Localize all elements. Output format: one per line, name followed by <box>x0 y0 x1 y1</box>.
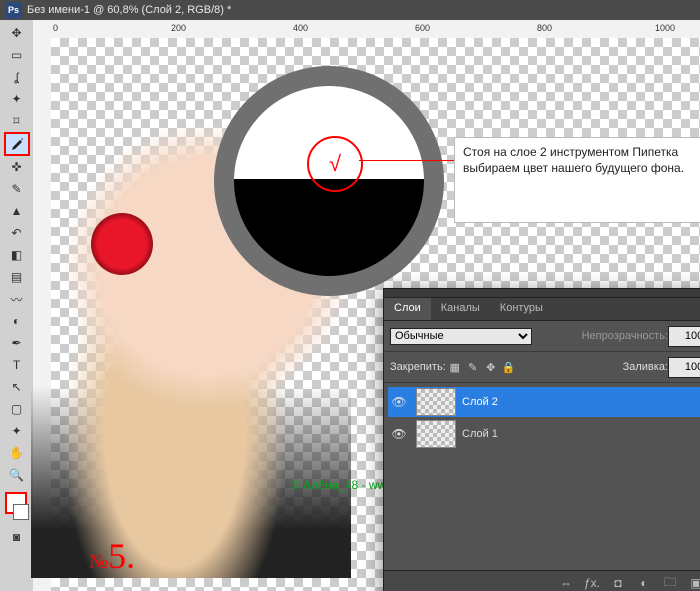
visibility-toggle-icon[interactable]: 👁 <box>388 395 410 409</box>
layers-panel[interactable]: « Слои Каналы Контуры ≡ Обычные Непрозра… <box>383 288 700 591</box>
layer-row[interactable]: 👁 Слой 1 <box>388 419 700 449</box>
callout-line <box>359 160 459 161</box>
zoom-tool[interactable]: 🔍 <box>5 464 29 486</box>
hand-tool[interactable]: ✋ <box>5 442 29 464</box>
layer-style-icon[interactable]: ƒx. <box>584 576 600 590</box>
step-number: №5. <box>89 535 135 577</box>
history-brush-tool[interactable]: ↶ <box>5 222 29 244</box>
lock-label: Закрепить: <box>390 361 446 373</box>
type-tool[interactable]: T <box>5 354 29 376</box>
layer-thumbnail[interactable] <box>416 420 456 448</box>
layer-name[interactable]: Слой 1 <box>462 428 700 440</box>
panel-footer: ⇔ ƒx. ◘ ◐ 🗀 ▣ 🗑 <box>384 570 700 591</box>
link-layers-icon[interactable]: ⇔ <box>558 576 574 590</box>
color-swatches[interactable] <box>5 492 29 520</box>
ruler-mark: 400 <box>293 23 308 33</box>
step-nm: № <box>89 551 108 573</box>
panel-tabs: Слои Каналы Контуры ≡ <box>384 298 700 321</box>
lock-pixels-icon[interactable]: ✎ <box>465 359 481 375</box>
step-num-value: 5. <box>108 536 135 576</box>
shape-tool[interactable]: ▢ <box>5 398 29 420</box>
callout-text: Стоя на слое 2 инструментом Пипетка выби… <box>454 137 700 223</box>
ruler-mark: 600 <box>415 23 430 33</box>
layer-row[interactable]: 👁 Слой 2 <box>388 387 700 417</box>
pen-tool[interactable]: ✒ <box>5 332 29 354</box>
new-layer-icon[interactable]: ▣ <box>688 576 700 590</box>
adjustment-layer-icon[interactable]: ◐ <box>636 576 652 590</box>
tab-layers[interactable]: Слои <box>384 298 431 320</box>
tab-channels[interactable]: Каналы <box>431 298 490 320</box>
layers-list: 👁 Слой 2 👁 Слой 1 <box>384 383 700 453</box>
quickmask-toggle[interactable]: ◙ <box>5 526 29 548</box>
callout-marker: √ <box>307 136 363 192</box>
lock-all-icon[interactable]: 🔒 <box>501 359 517 375</box>
photoshop-window: Ps Без имени-1 @ 60,8% (Слой 2, RGB/8) *… <box>0 0 700 591</box>
dodge-tool[interactable]: ◐ <box>5 310 29 332</box>
lock-row: Закрепить: ▦ ✎ ✥ 🔒 Заливка: <box>384 351 700 383</box>
opacity-input[interactable] <box>668 326 700 347</box>
panel-grip[interactable] <box>384 289 700 298</box>
ruler-horizontal: 0 200 400 600 800 1000 <box>51 20 700 39</box>
ruler-mark: 800 <box>537 23 552 33</box>
3d-tool[interactable]: ✦ <box>5 420 29 442</box>
toolbar: ✥ ▭ ʆ ✦ ⌑ ✜ ✎ ▲ ↶ ◧ ▤ 〰 ◐ ✒ T ↖ ▢ ✦ ✋ 🔍 … <box>0 20 34 591</box>
fill-input[interactable] <box>668 357 700 378</box>
blur-tool[interactable]: 〰 <box>5 288 29 310</box>
blend-mode-select[interactable]: Обычные <box>390 328 532 345</box>
magic-wand-tool[interactable]: ✦ <box>5 88 29 110</box>
app-icon: Ps <box>5 2 22 19</box>
ruler-mark: 0 <box>53 23 58 33</box>
tab-paths[interactable]: Контуры <box>490 298 553 320</box>
blend-row: Обычные Непрозрачность: <box>384 321 700 351</box>
layer-thumbnail[interactable] <box>416 388 456 416</box>
layer-mask-icon[interactable]: ◘ <box>610 576 626 590</box>
document-area: 0 200 400 600 800 1000 √ Стоя на слое 2 … <box>33 20 700 591</box>
titlebar: Ps Без имени-1 @ 60,8% (Слой 2, RGB/8) * <box>0 0 700 20</box>
check-icon: √ <box>329 151 341 177</box>
marquee-tool[interactable]: ▭ <box>5 44 29 66</box>
layer-name[interactable]: Слой 2 <box>462 396 700 408</box>
visibility-toggle-icon[interactable]: 👁 <box>388 427 410 441</box>
opacity-label: Непрозрачность: <box>582 330 668 342</box>
document-title: Без имени-1 @ 60,8% (Слой 2, RGB/8) * <box>27 4 231 16</box>
group-icon[interactable]: 🗀 <box>662 573 678 591</box>
ruler-mark: 1000 <box>655 23 675 33</box>
healing-brush-tool[interactable]: ✜ <box>5 156 29 178</box>
background-color-swatch[interactable] <box>13 504 29 520</box>
path-select-tool[interactable]: ↖ <box>5 376 29 398</box>
lasso-tool[interactable]: ʆ <box>5 66 29 88</box>
fill-label: Заливка: <box>623 361 668 373</box>
clone-stamp-tool[interactable]: ▲ <box>5 200 29 222</box>
lock-position-icon[interactable]: ✥ <box>483 359 499 375</box>
rose-placeholder <box>91 213 153 275</box>
crop-tool[interactable]: ⌑ <box>5 110 29 132</box>
lock-transparency-icon[interactable]: ▦ <box>447 359 463 375</box>
eyedropper-tool[interactable] <box>4 132 30 156</box>
gradient-tool[interactable]: ▤ <box>5 266 29 288</box>
ruler-mark: 200 <box>171 23 186 33</box>
brush-tool[interactable]: ✎ <box>5 178 29 200</box>
eraser-tool[interactable]: ◧ <box>5 244 29 266</box>
move-tool[interactable]: ✥ <box>5 22 29 44</box>
ruler-corner <box>33 20 52 39</box>
